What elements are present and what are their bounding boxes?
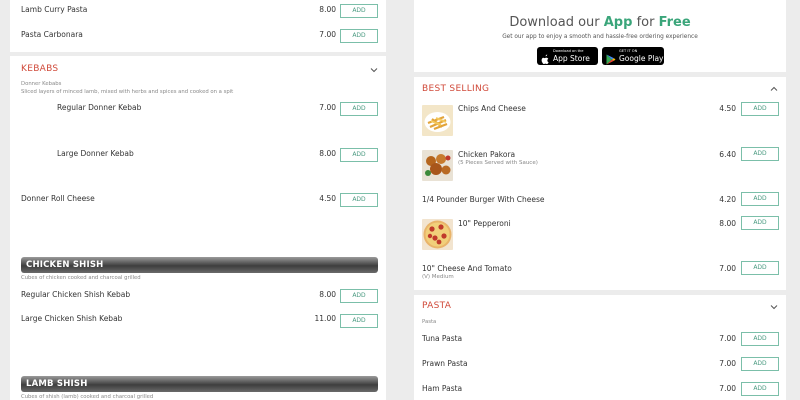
item-name: Ham Pasta	[422, 384, 463, 393]
apple-icon	[541, 50, 550, 69]
kebabs-section: KEBABS Donner Kebabs Sliced layers of mi…	[10, 56, 386, 400]
chips-and-cheese-image	[422, 105, 453, 136]
add-button[interactable]: ADD	[741, 332, 779, 346]
add-button[interactable]: ADD	[741, 216, 779, 230]
item-price: 4.50	[319, 194, 336, 203]
item-price: 8.00	[319, 290, 336, 299]
add-button[interactable]: ADD	[340, 148, 378, 162]
section-description: Cubes of shish (lamb) cooked and charcoa…	[21, 394, 154, 400]
app-store-button[interactable]: Download on the App Store	[537, 47, 598, 65]
item-name: Large Chicken Shish Kebab	[21, 314, 123, 323]
item-note: (5 Pieces Served with Sauce)	[458, 160, 538, 166]
item-name: Donner Roll Cheese	[21, 194, 95, 203]
add-button[interactable]: ADD	[741, 192, 779, 206]
chevron-down-icon[interactable]	[770, 303, 778, 311]
store-small-text: Download on the	[553, 49, 584, 53]
item-price: 6.40	[719, 150, 736, 159]
item-name: Lamb Curry Pasta	[21, 5, 88, 14]
item-price: 7.00	[719, 264, 736, 273]
google-play-button[interactable]: GET IT ON Google Play	[602, 47, 664, 65]
store-small-text: GET IT ON	[619, 49, 638, 53]
item-name: Chips And Cheese	[458, 104, 526, 113]
item-note: (V) Medium	[422, 274, 454, 280]
store-big-text: App Store	[553, 54, 590, 63]
item-name: Tuna Pasta	[422, 334, 463, 343]
item-price: 8.00	[319, 5, 336, 14]
app-banner-subtitle: Get our app to enjoy a smooth and hassle…	[502, 34, 698, 40]
item-name: Regular Donner Kebab	[57, 103, 142, 112]
item-price: 7.00	[719, 359, 736, 368]
app-download-panel: Download our App for Free Get our app to…	[414, 0, 786, 72]
section-description: Sliced layers of minced lamb, mixed with…	[21, 89, 234, 95]
title-accent: Free	[658, 15, 691, 30]
title-accent: App	[603, 15, 633, 30]
item-name: 1/4 Pounder Burger With Cheese	[422, 195, 545, 204]
section-title: KEBABS	[21, 64, 59, 74]
chevron-down-icon[interactable]	[370, 66, 378, 74]
chicken-pakora-image	[422, 150, 453, 181]
title-text: for	[632, 15, 659, 30]
item-name: Regular Chicken Shish Kebab	[21, 290, 131, 299]
banner-title: LAMB SHISH	[26, 379, 88, 389]
add-button[interactable]: ADD	[741, 147, 779, 161]
item-name: Chicken Pakora	[458, 150, 516, 159]
item-name: Prawn Pasta	[422, 359, 468, 368]
chevron-up-icon[interactable]	[770, 85, 778, 93]
store-big-text: Google Play	[619, 54, 664, 63]
item-name: Pasta Carbonara	[21, 30, 83, 39]
app-banner-title: Download our App for Free	[414, 15, 786, 30]
item-name: 10" Cheese And Tomato	[422, 264, 512, 273]
add-button[interactable]: ADD	[741, 357, 779, 371]
add-button[interactable]: ADD	[741, 261, 779, 275]
add-button[interactable]: ADD	[340, 4, 378, 18]
best-selling-section: BEST SELLING Chips And Cheese 4.50 ADD C…	[414, 77, 786, 290]
pepperoni-pizza-image	[422, 219, 453, 250]
pasta-section: PASTA Pasta Tuna Pasta 7.00 ADD Prawn Pa…	[414, 295, 786, 400]
item-price: 4.20	[719, 195, 736, 204]
item-name: 10" Pepperoni	[458, 219, 511, 228]
add-button[interactable]: ADD	[741, 382, 779, 396]
play-icon	[606, 50, 616, 69]
item-price: 11.00	[314, 314, 336, 323]
chicken-shish-banner: CHICKEN SHISH	[21, 257, 378, 273]
item-price: 7.00	[319, 103, 336, 112]
item-name: Large Donner Kebab	[57, 149, 134, 158]
section-subtitle: Pasta	[422, 319, 437, 325]
section-description: Cubes of chicken cooked and charcoal gri…	[21, 275, 141, 281]
add-button[interactable]: ADD	[340, 193, 378, 207]
item-price: 4.50	[719, 104, 736, 113]
lamb-shish-banner: LAMB SHISH	[21, 376, 378, 392]
title-text: Download our	[509, 15, 604, 30]
add-button[interactable]: ADD	[741, 102, 779, 116]
add-button[interactable]: ADD	[340, 29, 378, 43]
add-button[interactable]: ADD	[340, 102, 378, 116]
item-price: 8.00	[719, 219, 736, 228]
section-title: PASTA	[422, 301, 452, 311]
left-top-panel: Lamb Curry Pasta 8.00 ADD Pasta Carbonar…	[10, 0, 386, 52]
item-price: 7.00	[719, 334, 736, 343]
item-price: 7.00	[719, 384, 736, 393]
item-price: 8.00	[319, 149, 336, 158]
section-subtitle: Donner Kebabs	[21, 81, 62, 87]
section-title: BEST SELLING	[422, 84, 490, 94]
add-button[interactable]: ADD	[340, 289, 378, 303]
add-button[interactable]: ADD	[340, 314, 378, 328]
item-price: 7.00	[319, 30, 336, 39]
banner-title: CHICKEN SHISH	[26, 260, 104, 270]
